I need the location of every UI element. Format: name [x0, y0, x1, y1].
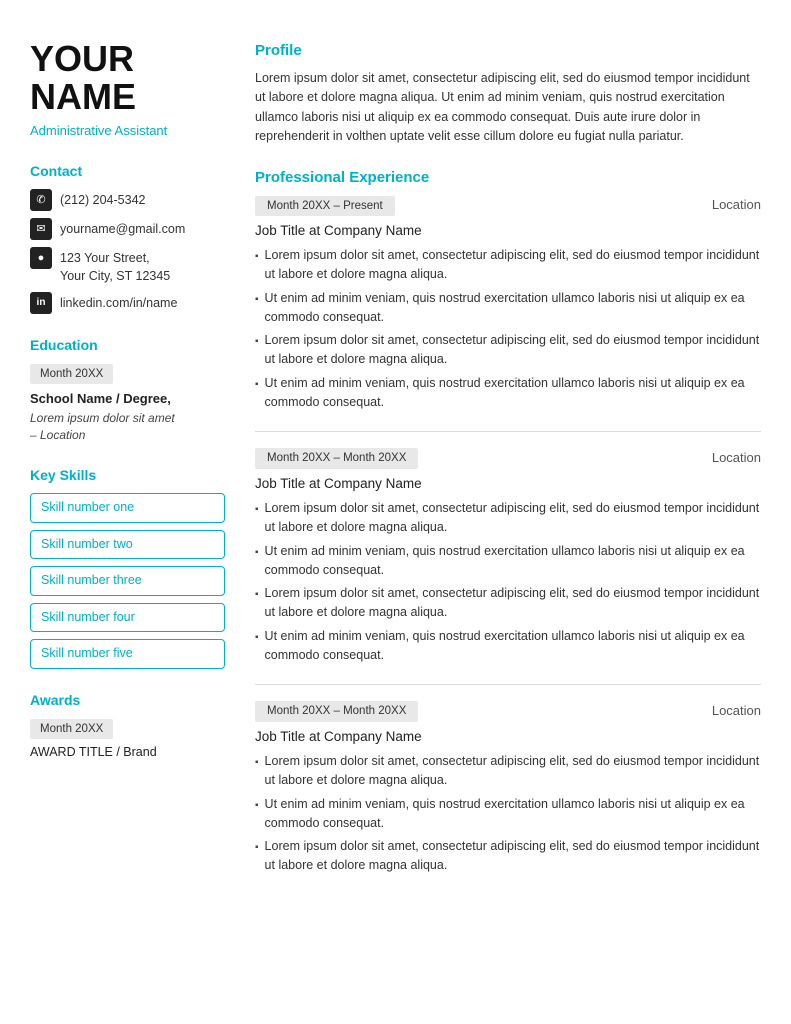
skill-1[interactable]: Skill number one — [30, 493, 225, 523]
divider-1 — [255, 431, 761, 432]
exp-2-bullets: Lorem ipsum dolor sit amet, consectetur … — [255, 499, 761, 664]
bullet: Ut enim ad minim veniam, quis nostrud ex… — [255, 289, 761, 327]
name-block: YOUR NAME Administrative Assistant — [30, 40, 225, 140]
exp-2-date: Month 20XX – Month 20XX — [255, 448, 418, 468]
bullet: Ut enim ad minim veniam, quis nostrud ex… — [255, 542, 761, 580]
exp-3-header: Month 20XX – Month 20XX Location — [255, 701, 761, 721]
award-title: AWARD TITLE / Brand — [30, 744, 225, 762]
exp-3-bullets: Lorem ipsum dolor sit amet, consectetur … — [255, 752, 761, 875]
award-date-badge: Month 20XX — [30, 719, 113, 739]
contact-email: ✉ yourname@gmail.com — [30, 218, 225, 240]
resume-page: YOUR NAME Administrative Assistant Conta… — [0, 0, 791, 1024]
exp-1-header: Month 20XX – Present Location — [255, 196, 761, 216]
skill-5[interactable]: Skill number five — [30, 639, 225, 669]
right-column: Profile Lorem ipsum dolor sit amet, cons… — [255, 40, 761, 984]
linkedin-text: linkedin.com/in/name — [60, 292, 177, 313]
location-icon: ● — [30, 247, 52, 269]
phone-icon: ✆ — [30, 189, 52, 211]
email-text: yourname@gmail.com — [60, 218, 185, 239]
exp-3-date: Month 20XX – Month 20XX — [255, 701, 418, 721]
exp-2-jobtitle: Job Title at Company Name — [255, 475, 761, 494]
contact-list: ✆ (212) 204-5342 ✉ yourname@gmail.com ● … — [30, 189, 225, 314]
name-heading: YOUR NAME — [30, 40, 225, 116]
awards-section-title: Awards — [30, 691, 225, 711]
profile-section-title: Profile — [255, 40, 761, 61]
phone-text: (212) 204-5342 — [60, 189, 145, 210]
linkedin-icon: in — [30, 292, 52, 314]
contact-linkedin: in linkedin.com/in/name — [30, 292, 225, 314]
experience-3: Month 20XX – Month 20XX Location Job Tit… — [255, 701, 761, 874]
experience-section-title: Professional Experience — [255, 167, 761, 188]
exp-1-location: Location — [712, 196, 761, 214]
experience-1: Month 20XX – Present Location Job Title … — [255, 196, 761, 412]
bullet: Lorem ipsum dolor sit amet, consectetur … — [255, 246, 761, 284]
exp-1-jobtitle: Job Title at Company Name — [255, 222, 761, 241]
skills-list: Skill number one Skill number two Skill … — [30, 493, 225, 669]
exp-3-location: Location — [712, 702, 761, 720]
bullet: Lorem ipsum dolor sit amet, consectetur … — [255, 752, 761, 790]
contact-section-title: Contact — [30, 162, 225, 182]
profile-text: Lorem ipsum dolor sit amet, consectetur … — [255, 69, 761, 147]
contact-address: ● 123 Your Street,Your City, ST 12345 — [30, 247, 225, 285]
bullet: Lorem ipsum dolor sit amet, consectetur … — [255, 837, 761, 875]
divider-2 — [255, 684, 761, 685]
bullet: Ut enim ad minim veniam, quis nostrud ex… — [255, 627, 761, 665]
bullet: Lorem ipsum dolor sit amet, consectetur … — [255, 331, 761, 369]
skill-4[interactable]: Skill number four — [30, 603, 225, 633]
email-icon: ✉ — [30, 218, 52, 240]
exp-1-date: Month 20XX – Present — [255, 196, 395, 216]
exp-1-bullets: Lorem ipsum dolor sit amet, consectetur … — [255, 246, 761, 411]
contact-phone: ✆ (212) 204-5342 — [30, 189, 225, 211]
skills-section-title: Key Skills — [30, 466, 225, 486]
left-column: YOUR NAME Administrative Assistant Conta… — [30, 40, 225, 984]
exp-3-jobtitle: Job Title at Company Name — [255, 728, 761, 747]
education-block: Month 20XX School Name / Degree, Lorem i… — [30, 364, 225, 444]
bullet: Lorem ipsum dolor sit amet, consectetur … — [255, 584, 761, 622]
bullet: Lorem ipsum dolor sit amet, consectetur … — [255, 499, 761, 537]
edu-school: School Name / Degree, — [30, 390, 225, 408]
skill-2[interactable]: Skill number two — [30, 530, 225, 560]
address-text: 123 Your Street,Your City, ST 12345 — [60, 247, 170, 285]
exp-2-location: Location — [712, 449, 761, 467]
skill-3[interactable]: Skill number three — [30, 566, 225, 596]
awards-block: Month 20XX AWARD TITLE / Brand — [30, 719, 225, 762]
exp-2-header: Month 20XX – Month 20XX Location — [255, 448, 761, 468]
edu-date-badge: Month 20XX — [30, 364, 113, 384]
job-subtitle: Administrative Assistant — [30, 122, 225, 140]
bullet: Ut enim ad minim veniam, quis nostrud ex… — [255, 795, 761, 833]
edu-detail: Lorem ipsum dolor sit amet– Location — [30, 410, 225, 444]
experience-2: Month 20XX – Month 20XX Location Job Tit… — [255, 448, 761, 664]
bullet: Ut enim ad minim veniam, quis nostrud ex… — [255, 374, 761, 412]
education-section-title: Education — [30, 336, 225, 356]
